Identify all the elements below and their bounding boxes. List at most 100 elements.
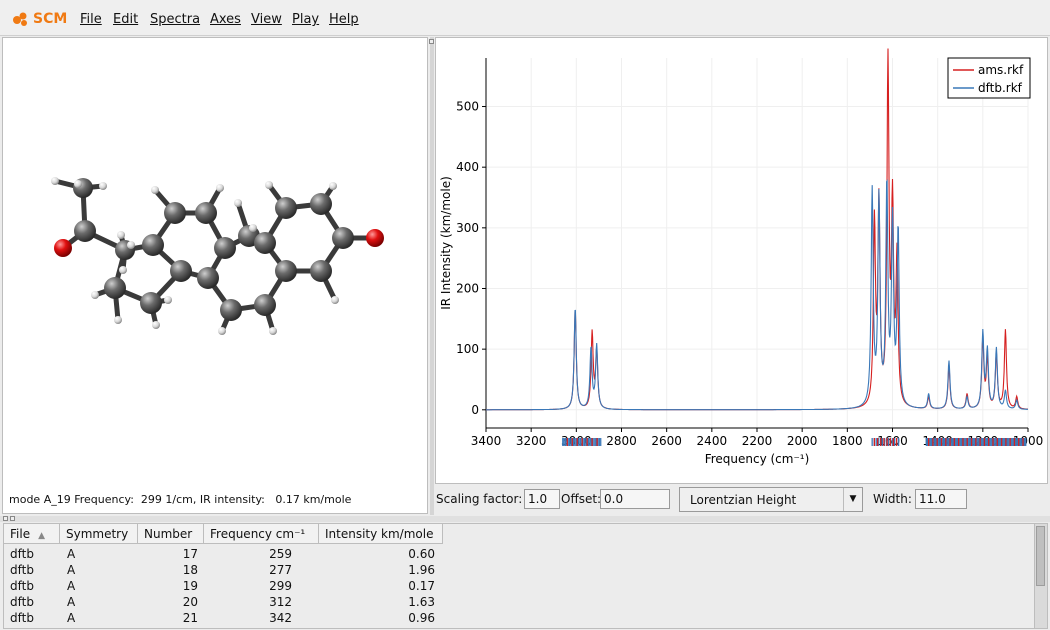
- cell-intensity: 1.63: [408, 595, 435, 609]
- menu-spectra[interactable]: Spectra: [150, 12, 200, 27]
- hydrogen-atom[interactable]: [218, 327, 226, 335]
- x-tick-label: 3200: [516, 434, 547, 448]
- cell-file: dftb: [10, 563, 34, 577]
- table-row[interactable]: dftb A 17 259 0.60: [4, 546, 1034, 562]
- carbon-atom[interactable]: [195, 202, 217, 224]
- column-header-frequency[interactable]: Frequency cm⁻¹: [204, 524, 319, 544]
- hydrogen-atom[interactable]: [91, 291, 99, 299]
- width-input[interactable]: 11.0: [915, 489, 967, 509]
- cell-frequency: 312: [269, 595, 292, 609]
- hydrogen-atom[interactable]: [269, 327, 277, 335]
- column-header-intensity[interactable]: Intensity km/mole: [319, 524, 443, 544]
- hydrogen-atom[interactable]: [114, 316, 122, 324]
- column-header-symmetry[interactable]: Symmetry: [60, 524, 138, 544]
- hydrogen-atom[interactable]: [234, 199, 242, 207]
- carbon-atom[interactable]: [254, 294, 276, 316]
- hydrogen-atom[interactable]: [265, 181, 273, 189]
- vertical-splitter[interactable]: [430, 37, 434, 515]
- hydrogen-atom[interactable]: [117, 231, 125, 239]
- molecule-viewer[interactable]: mode A_19 Frequency: 299 1/cm, IR intens…: [2, 37, 428, 514]
- splitter-grip-icon[interactable]: [3, 516, 8, 521]
- x-tick-label: 2600: [651, 434, 682, 448]
- scm-logo-icon: [13, 12, 27, 26]
- hydrogen-atom[interactable]: [249, 224, 257, 232]
- y-tick-label: 500: [456, 100, 479, 114]
- molecule-structure[interactable]: [3, 38, 427, 478]
- carbon-atom[interactable]: [254, 232, 276, 254]
- cell-frequency: 259: [269, 547, 292, 561]
- cell-intensity: 0.96: [408, 611, 435, 625]
- lineshape-select[interactable]: Lorentzian Height ▼: [679, 487, 863, 512]
- ir-spectrum-chart[interactable]: 3400320030002800260024002200200018001600…: [436, 38, 1047, 483]
- chevron-down-icon[interactable]: ▼: [843, 488, 862, 511]
- cell-frequency: 277: [269, 563, 292, 577]
- menu-edit[interactable]: Edit: [113, 12, 138, 27]
- menu-help[interactable]: Help: [329, 12, 359, 27]
- legend-label[interactable]: dftb.rkf: [978, 81, 1023, 95]
- table-row[interactable]: dftb A 18 277 1.96: [4, 562, 1034, 578]
- carbon-atom[interactable]: [74, 220, 96, 242]
- menu-file[interactable]: File: [80, 12, 102, 27]
- horizontal-splitter[interactable]: [0, 516, 1050, 522]
- table-scrollbar[interactable]: [1034, 524, 1047, 628]
- cell-file: dftb: [10, 595, 34, 609]
- carbon-atom[interactable]: [104, 277, 126, 299]
- hydrogen-atom[interactable]: [99, 182, 107, 190]
- cell-intensity: 0.17: [408, 579, 435, 593]
- splitter-grip-icon[interactable]: [10, 516, 15, 521]
- carbon-atom[interactable]: [214, 237, 236, 259]
- cell-frequency: 299: [269, 579, 292, 593]
- legend-label[interactable]: ams.rkf: [978, 63, 1024, 77]
- carbon-atom[interactable]: [197, 267, 219, 289]
- oxygen-atom[interactable]: [54, 239, 72, 257]
- column-header-number[interactable]: Number: [138, 524, 204, 544]
- carbon-atom[interactable]: [275, 260, 297, 282]
- scaling-factor-input[interactable]: 1.0: [524, 489, 560, 509]
- carbon-atom[interactable]: [275, 197, 297, 219]
- cell-symmetry: A: [67, 547, 76, 561]
- oxygen-atom[interactable]: [366, 229, 384, 247]
- carbon-atom[interactable]: [310, 193, 332, 215]
- cell-file: dftb: [10, 611, 34, 625]
- x-axis-label: Frequency (cm⁻¹): [705, 452, 810, 466]
- lineshape-value: Lorentzian Height: [690, 493, 797, 507]
- menu-axes[interactable]: Axes: [210, 12, 241, 27]
- hydrogen-atom[interactable]: [331, 296, 339, 304]
- cell-number: 18: [182, 563, 198, 577]
- hydrogen-atom[interactable]: [152, 321, 160, 329]
- cell-file: dftb: [10, 547, 34, 561]
- carbon-atom[interactable]: [220, 299, 242, 321]
- cell-number: 20: [182, 595, 198, 609]
- hydrogen-atom[interactable]: [216, 184, 224, 192]
- cell-symmetry: A: [67, 563, 76, 577]
- offset-input[interactable]: 0.0: [600, 489, 670, 509]
- y-tick-label: 300: [456, 221, 479, 235]
- scrollbar-thumb[interactable]: [1036, 526, 1045, 586]
- splitter-grip-icon[interactable]: [429, 39, 434, 44]
- hydrogen-atom[interactable]: [74, 180, 82, 188]
- menu-play[interactable]: Play: [292, 12, 319, 27]
- hydrogen-atom[interactable]: [151, 186, 159, 194]
- carbon-atom[interactable]: [164, 202, 186, 224]
- hydrogen-atom[interactable]: [164, 296, 172, 304]
- hydrogen-atom[interactable]: [119, 266, 127, 274]
- table-row[interactable]: dftb A 20 312 1.63: [4, 594, 1034, 610]
- carbon-atom[interactable]: [310, 260, 332, 282]
- hydrogen-atom[interactable]: [127, 241, 135, 249]
- scaling-factor-label: Scaling factor:: [436, 492, 523, 506]
- mode-info: mode A_19 Frequency: 299 1/cm, IR intens…: [9, 493, 352, 506]
- hydrogen-atom[interactable]: [329, 182, 337, 190]
- cell-number: 19: [182, 579, 198, 593]
- table-row[interactable]: dftb A 21 342 0.96: [4, 610, 1034, 626]
- column-header-file[interactable]: File ▲: [4, 524, 60, 544]
- x-tick-label: 2200: [742, 434, 773, 448]
- carbon-atom[interactable]: [140, 292, 162, 314]
- carbon-atom[interactable]: [170, 260, 192, 282]
- hydrogen-atom[interactable]: [51, 177, 59, 185]
- carbon-atom[interactable]: [332, 227, 354, 249]
- menu-view[interactable]: View: [251, 12, 282, 27]
- carbon-atom[interactable]: [142, 234, 164, 256]
- table-header: File ▲ Symmetry Number Frequency cm⁻¹ Int…: [4, 524, 1034, 544]
- table-row[interactable]: dftb A 19 299 0.17: [4, 578, 1034, 594]
- x-tick-label: 2000: [787, 434, 818, 448]
